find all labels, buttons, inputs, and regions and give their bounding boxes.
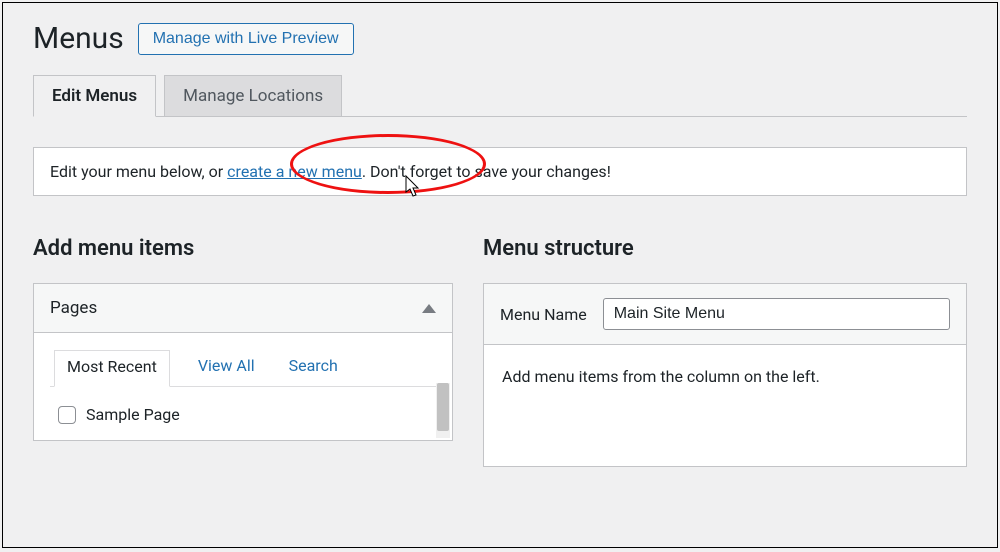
pages-postbox: Pages Most Recent View All Search Sample… [33,283,453,441]
menu-structure-column: Menu structure Menu Name Add menu items … [483,236,967,467]
create-new-menu-link[interactable]: create a new menu [227,162,362,181]
columns: Add menu items Pages Most Recent View Al… [33,236,967,467]
manage-live-preview-button[interactable]: Manage with Live Preview [138,23,354,55]
pages-postbox-body: Most Recent View All Search Sample Page [34,333,452,440]
tab-edit-menus[interactable]: Edit Menus [33,75,156,117]
page-label: Sample Page [86,405,180,424]
edit-menu-notice: Edit your menu below, or create a new me… [33,147,967,196]
tab-view-all[interactable]: View All [192,350,261,387]
add-menu-items-title: Add menu items [33,236,453,261]
page-header: Menus Manage with Live Preview [3,3,997,56]
list-item: Sample Page [58,405,428,424]
menu-name-bar: Menu Name [483,283,967,345]
tab-search[interactable]: Search [283,350,344,387]
collapse-icon [422,304,436,313]
notice-prefix: Edit your menu below, or [50,162,227,181]
nav-tabs: Edit Menus Manage Locations [33,74,967,117]
menu-structure-title: Menu structure [483,236,967,261]
add-menu-items-column: Add menu items Pages Most Recent View Al… [33,236,453,467]
menu-name-label: Menu Name [500,305,587,324]
pages-postbox-header[interactable]: Pages [34,284,452,333]
page-checkbox[interactable] [58,406,76,424]
app-frame: Menus Manage with Live Preview Edit Menu… [2,2,998,548]
tab-manage-locations[interactable]: Manage Locations [164,75,342,117]
tab-most-recent[interactable]: Most Recent [54,350,170,387]
page-title: Menus [33,21,124,56]
scrollbar-thumb[interactable] [437,383,449,431]
scrollbar[interactable] [436,383,450,438]
menu-name-input[interactable] [603,298,950,330]
pages-postbox-title: Pages [50,298,97,318]
pages-inner-tabs: Most Recent View All Search [50,349,436,387]
notice-suffix: . Don't forget to save your changes! [362,162,611,181]
menu-structure-hint: Add menu items from the column on the le… [483,345,967,467]
pages-list: Sample Page [50,387,436,424]
